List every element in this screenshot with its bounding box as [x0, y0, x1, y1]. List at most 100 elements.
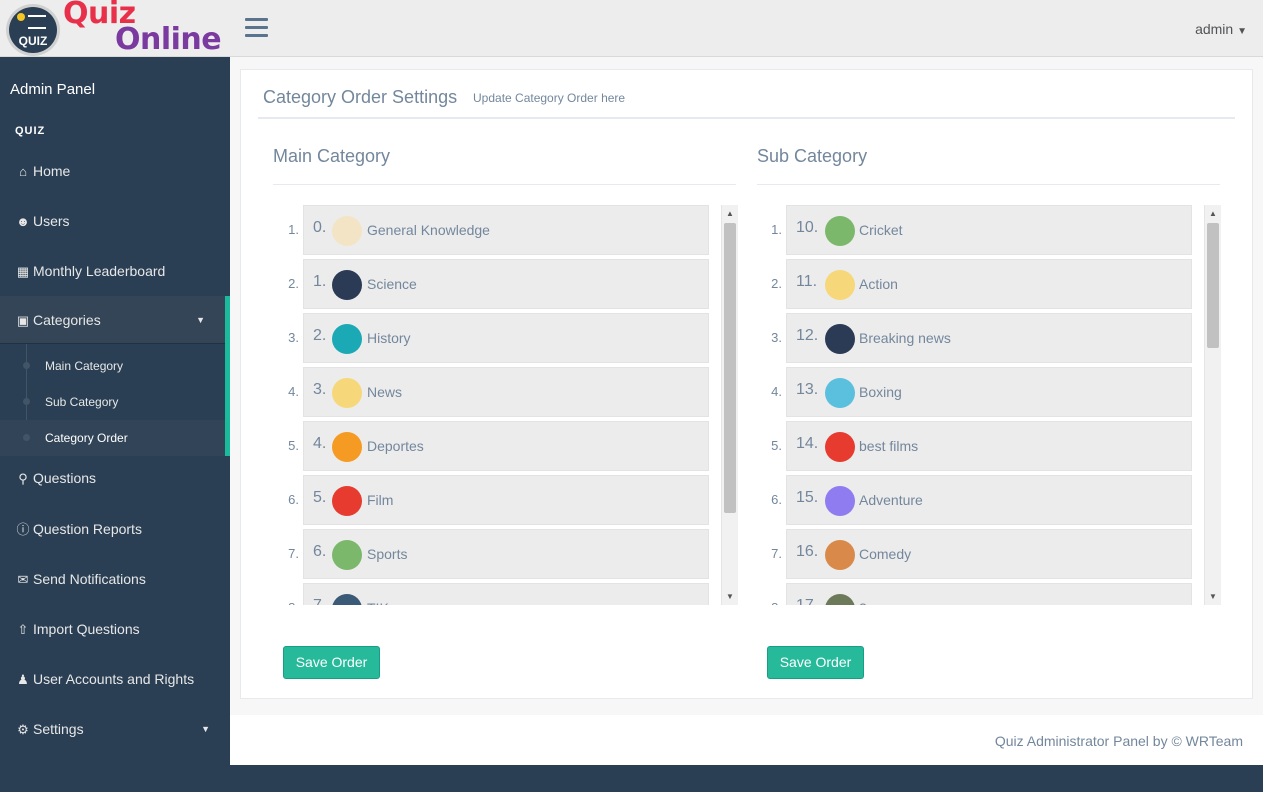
sidebar-item-question-reports[interactable]: ⓘ Question Reports — [0, 504, 230, 554]
category-card[interactable]: 7. TIK — [303, 583, 709, 605]
list-index: 2. — [288, 276, 299, 291]
category-card[interactable]: 11. Action — [786, 259, 1192, 309]
category-card[interactable]: 12. Breaking news — [786, 313, 1192, 363]
list-item[interactable]: 1. 10. Cricket — [746, 205, 1194, 259]
category-image — [825, 540, 855, 570]
list-item[interactable]: 3. 12. Breaking news — [746, 313, 1194, 367]
user-menu[interactable]: admin ▼ — [1195, 21, 1247, 37]
category-name: Comedy — [859, 546, 912, 562]
list-item[interactable]: 2. 11. Action — [746, 259, 1194, 313]
category-image — [825, 216, 855, 246]
sidebar-item-user-accounts[interactable]: ♟ User Accounts and Rights — [0, 654, 230, 704]
main-category-sortable: 1. 0. General Knowledge 2. 1. Science 3. 2. Hist… — [263, 205, 711, 605]
list-item[interactable]: 8. 7. TIK — [263, 583, 711, 605]
list-item[interactable]: 6. 5. Film — [263, 475, 711, 529]
sidebar-item-questions[interactable]: ⚲ Questions — [0, 453, 230, 503]
category-card[interactable]: 10. Cricket — [786, 205, 1192, 255]
list-item[interactable]: 4. 13. Boxing — [746, 367, 1194, 421]
bullet-icon — [23, 398, 30, 405]
scroll-thumb[interactable] — [1207, 223, 1219, 348]
list-item[interactable]: 5. 4. Deportes — [263, 421, 711, 475]
scroll-up-icon[interactable]: ▲ — [722, 205, 738, 222]
upload-icon: ⇧ — [17, 622, 29, 637]
category-card[interactable]: 2. History — [303, 313, 709, 363]
sidebar-item-send-notifications[interactable]: ✉ Send Notifications — [0, 554, 230, 604]
sub-category-title: Sub Category — [757, 146, 868, 166]
main-category-scrollbar[interactable]: ▲ ▼ — [721, 205, 738, 605]
home-icon: ⌂ — [19, 164, 27, 179]
scroll-up-icon[interactable]: ▲ — [1205, 205, 1221, 222]
user-icon: ♟ — [17, 672, 29, 687]
list-item[interactable]: 8. 17.2 — [746, 583, 1194, 605]
sidebar-item-users[interactable]: ☻ Users — [0, 196, 230, 246]
category-card[interactable]: 1. Science — [303, 259, 709, 309]
category-order-number: 11. — [796, 273, 818, 290]
main-save-order-button[interactable]: Save Order — [283, 646, 380, 679]
paper-icon — [28, 15, 46, 29]
list-index: 8. — [746, 600, 782, 605]
list-index: 2. — [771, 276, 782, 291]
gift-icon: ▣ — [16, 313, 30, 328]
sidebar-item-label: Categories — [33, 312, 101, 328]
category-card[interactable]: 5. Film — [303, 475, 709, 525]
sidebar-item-label: Question Reports — [33, 521, 142, 537]
question-circle-icon: ⓘ — [16, 522, 30, 537]
sidebar-item-import-questions[interactable]: ⇧ Import Questions — [0, 604, 230, 654]
category-card[interactable]: 4. Deportes — [303, 421, 709, 471]
sidebar-item-leaderboard[interactable]: ▦ Monthly Leaderboard — [0, 246, 230, 296]
scroll-thumb[interactable] — [724, 223, 736, 513]
category-order-panel: Category Order Settings Update Category … — [240, 69, 1253, 699]
sub-save-order-button[interactable]: Save Order — [767, 646, 864, 679]
category-name: History — [367, 330, 411, 346]
bulb-icon — [17, 13, 25, 21]
list-item[interactable]: 7. 16. Comedy — [746, 529, 1194, 583]
submenu-item-category-order[interactable]: Category Order — [0, 420, 225, 456]
category-card[interactable]: 14. best films — [786, 421, 1192, 471]
category-image — [332, 432, 362, 462]
scroll-down-icon[interactable]: ▼ — [1205, 588, 1221, 605]
sidebar-item-categories[interactable]: ▣ Categories ▼ — [0, 296, 230, 344]
top-navbar: QUIZ Quiz Online admin ▼ — [0, 0, 1263, 57]
sidebar-item-settings[interactable]: ⚙ Settings ▼ — [0, 704, 230, 754]
page-title: Category Order Settings — [263, 87, 458, 107]
list-item[interactable]: 7. 6. Sports — [263, 529, 711, 583]
category-card[interactable]: 6. Sports — [303, 529, 709, 579]
main-category-list[interactable]: 1. 0. General Knowledge 2. 1. Science 3. 2. Hist… — [263, 205, 738, 605]
submenu-item-label: Category Order — [45, 431, 128, 445]
list-item[interactable]: 2. 1. Science — [263, 259, 711, 313]
category-image — [332, 486, 362, 516]
sidebar-item-label: Import Questions — [33, 621, 140, 637]
category-card[interactable]: 15. Adventure — [786, 475, 1192, 525]
category-name: News — [367, 384, 403, 400]
scroll-down-icon[interactable]: ▼ — [722, 588, 738, 605]
list-item[interactable]: 4. 3. News — [263, 367, 711, 421]
list-index: 8. — [263, 600, 299, 605]
list-index: 6. — [288, 492, 299, 507]
submenu-item-main-category[interactable]: Main Category — [0, 348, 225, 384]
sub-category-list[interactable]: 1. 10. Cricket 2. 11. Action 3. 12. Breaking new… — [746, 205, 1221, 605]
category-card[interactable]: 3. News — [303, 367, 709, 417]
list-item[interactable]: 3. 2. History — [263, 313, 711, 367]
users-icon: ☻ — [16, 214, 30, 229]
category-image — [825, 270, 855, 300]
list-item[interactable]: 6. 15. Adventure — [746, 475, 1194, 529]
category-name: General Knowledge — [367, 222, 490, 238]
list-item[interactable]: 1. 0. General Knowledge — [263, 205, 711, 259]
category-order-number: 0. — [313, 219, 327, 236]
category-name: Breaking news — [859, 330, 951, 346]
sub-category-scrollbar[interactable]: ▲ ▼ — [1204, 205, 1221, 605]
main-content: Category Order Settings Update Category … — [230, 57, 1263, 715]
list-index: 7. — [288, 546, 299, 561]
sidebar-item-home[interactable]: ⌂ Home — [0, 146, 230, 196]
category-card[interactable]: 17.2 — [786, 583, 1192, 605]
menu-toggle-icon[interactable] — [245, 18, 268, 38]
category-card[interactable]: 13. Boxing — [786, 367, 1192, 417]
list-item[interactable]: 5. 14. best films — [746, 421, 1194, 475]
category-name: Boxing — [859, 384, 902, 400]
app-logo[interactable]: QUIZ Quiz Online — [0, 0, 230, 57]
category-card[interactable]: 16. Comedy — [786, 529, 1192, 579]
category-card[interactable]: 0. General Knowledge — [303, 205, 709, 255]
submenu-item-sub-category[interactable]: Sub Category — [0, 384, 225, 420]
category-image — [825, 324, 855, 354]
category-order-number: 2. — [313, 327, 327, 344]
